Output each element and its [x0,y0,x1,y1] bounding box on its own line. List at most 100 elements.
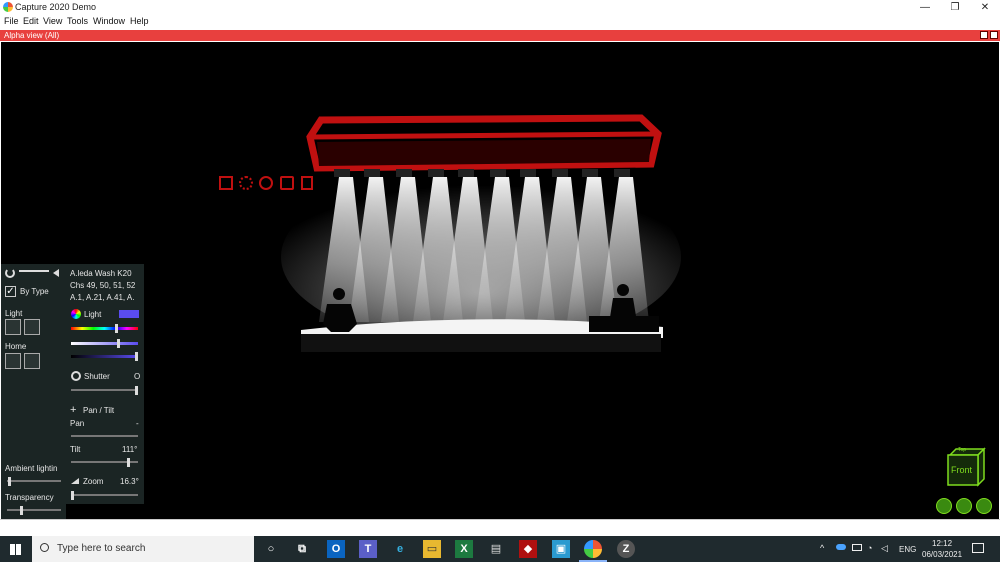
transparency-knob[interactable] [19,506,23,515]
printer-app-icon[interactable]: ▤ [487,540,505,558]
pan-label: Pan [70,419,85,428]
language-indicator[interactable]: ENG [899,545,916,554]
onedrive-icon[interactable] [836,544,846,550]
menu-icon[interactable] [976,498,992,514]
intensity-slider[interactable] [71,355,138,358]
copy-icon[interactable] [280,176,294,190]
power-icon[interactable] [5,268,15,278]
menu-tools[interactable]: Tools [67,16,88,26]
app-logo-icon [3,2,13,12]
light-on-button[interactable] [24,319,40,335]
start-button-icon[interactable] [10,544,21,555]
collapse-icon[interactable] [53,269,59,277]
menu-window[interactable]: Window [93,16,125,26]
notifications-icon[interactable] [972,543,984,553]
menu-view[interactable]: View [43,16,62,26]
zoom-value: 16.3° [120,477,139,486]
excel-icon[interactable]: X [455,540,473,558]
clock-date[interactable]: 06/03/2021 [922,550,962,559]
file-explorer-icon[interactable]: ▭ [423,540,441,558]
menu-help[interactable]: Help [130,16,149,26]
blue-app-icon[interactable]: ▣ [552,540,570,558]
light-color-swatch[interactable] [119,310,139,318]
zoom-app-icon[interactable]: Z [617,540,635,558]
saturation-knob[interactable] [117,339,121,348]
edge-icon[interactable]: e [391,540,409,558]
search-icon [40,543,49,552]
frame-icon[interactable] [219,176,233,190]
view-header: Alpha view (All) [0,30,1000,41]
power-icon[interactable] [259,176,273,190]
home-pan-button[interactable] [5,353,21,369]
intensity-knob[interactable] [135,352,138,361]
clock-time[interactable]: 12:12 [932,539,952,548]
fixture-channels: Chs 49, 50, 51, 52 [70,281,136,290]
pan-tilt-label: Pan / Tilt [83,406,115,415]
hue-knob[interactable] [114,324,118,333]
truss-selected[interactable] [306,114,662,172]
light-off-button[interactable] [5,319,21,335]
home-reset-button[interactable] [24,353,40,369]
capture-app-icon[interactable] [584,540,602,558]
light-color-label: Light [84,310,102,319]
gear-icon[interactable] [239,176,253,190]
ambient-light-label: Ambient lightin [5,464,58,473]
view-options-panel: ✓ By Type Light Home Ambient lightin Tra… [1,264,66,519]
status-strip [0,519,1000,536]
windows-taskbar: Type here to search ○ ⧉ O T e ▭ X ▤ ◆ ▣ … [0,536,1000,562]
tilt-knob[interactable] [126,458,130,467]
view-maximize-button[interactable] [990,31,998,39]
task-view-icon[interactable]: ⧉ [293,540,311,558]
zoom-knob[interactable] [71,491,74,500]
pan-value: - [136,419,139,428]
pan-view-icon[interactable] [956,498,972,514]
menu-edit[interactable]: Edit [23,16,39,26]
outlook-icon[interactable]: O [327,540,345,558]
stage-scene [281,114,681,352]
fixture-name: A.leda Wash K20 [70,269,132,278]
view-label: Alpha view (All) [4,31,60,40]
shutter-knob[interactable] [135,386,138,395]
tray-chevron-icon[interactable]: ^ [820,543,824,553]
menu-bar: File Edit View Tools Window Help [0,15,1000,29]
fixture-addresses: A.1, A.21, A.41, A. [70,293,135,302]
shutter-slider[interactable] [71,389,138,391]
tilt-value: 111° [122,445,138,454]
view-cube-top-label: Top [958,447,967,453]
minimize-button[interactable]: — [910,0,940,15]
tilt-label: Tilt [70,445,81,454]
transparency-slider[interactable] [7,509,61,511]
maximize-button[interactable]: ❐ [940,0,970,15]
view-cube-front-label: Front [951,465,973,475]
zoom-icon [71,478,79,484]
close-button[interactable]: ✕ [970,0,1000,15]
view-restore-button[interactable] [980,31,988,39]
list-icon[interactable] [301,176,313,190]
search-placeholder: Type here to search [57,543,146,554]
rotate-view-icon[interactable] [936,498,952,514]
taskbar-search-box[interactable]: Type here to search [32,536,254,562]
menu-file[interactable]: File [4,16,19,26]
battery-icon[interactable] [852,544,862,551]
ambient-light-slider[interactable] [7,480,61,482]
hue-slider[interactable] [71,327,138,330]
ambient-light-knob[interactable] [8,477,12,486]
teams-icon[interactable]: T [359,540,377,558]
title-bar: Capture 2020 Demo — ❐ ✕ [0,0,1000,15]
by-type-checkbox[interactable]: ✓ [5,286,16,297]
master-slider[interactable] [19,270,49,272]
stage-deck [301,334,661,352]
network-icon[interactable]: ◔ [867,543,872,553]
zoom-slider[interactable] [71,494,138,496]
saturation-slider[interactable] [71,342,138,345]
red-app-icon[interactable]: ◆ [519,540,537,558]
transparency-label: Transparency [5,493,54,502]
color-wheel-icon[interactable] [71,309,81,319]
3d-viewport[interactable]: Top Front [1,42,999,519]
cortana-icon[interactable]: ○ [262,540,280,558]
volume-icon[interactable]: ◁ [881,543,888,554]
home-section-label: Home [5,342,27,351]
pan-tilt-icon: + [70,404,77,416]
view-cube[interactable]: Top Front [946,447,986,487]
pan-slider[interactable] [71,435,138,437]
